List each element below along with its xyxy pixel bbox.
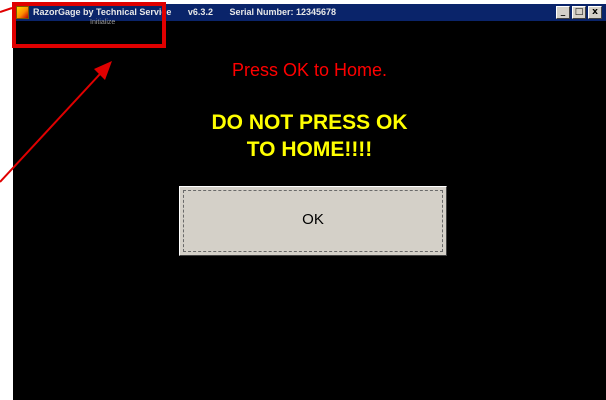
app-version: v6.3.2 xyxy=(187,7,213,17)
window-controls: _ □ x xyxy=(556,6,602,19)
ok-button[interactable]: OK xyxy=(179,186,447,256)
home-warning-line2: TO HOME!!!! xyxy=(246,138,373,161)
home-warning: DO NOT PRESS OK TO HOME!!!! xyxy=(13,109,606,163)
home-prompt: Press OK to Home. xyxy=(231,60,388,80)
close-icon[interactable]: x xyxy=(588,6,602,19)
maximize-icon[interactable]: □ xyxy=(572,6,586,19)
home-warning-line1: DO NOT PRESS OK xyxy=(211,111,408,134)
serial-number: Serial Number: 12345678 xyxy=(229,7,337,17)
minimize-icon[interactable]: _ xyxy=(556,6,570,19)
annotation-highlight-box xyxy=(12,2,166,48)
annotation-line-top xyxy=(0,7,13,13)
